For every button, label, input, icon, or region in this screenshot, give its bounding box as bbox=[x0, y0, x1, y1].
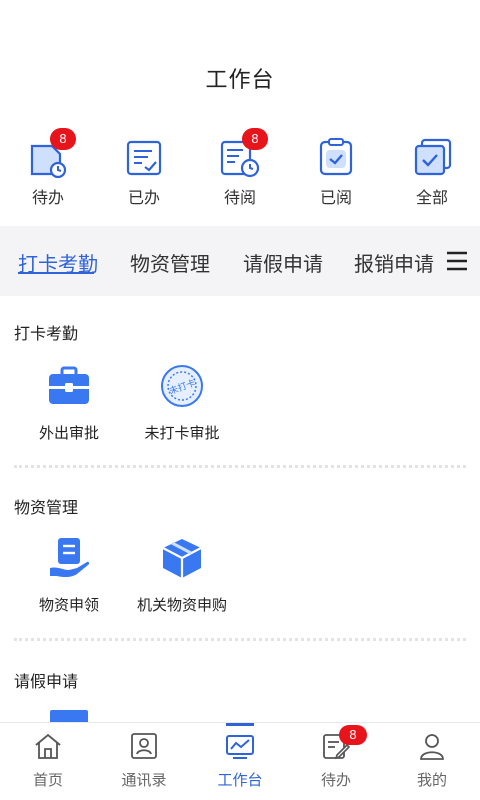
leave-app-icon-partial bbox=[50, 710, 88, 722]
app-label: 物资申领 bbox=[38, 597, 99, 614]
quick-action-to-read[interactable]: 8 待阅 bbox=[192, 126, 288, 222]
quick-actions: 8 待办 已办 8 待阅 已阅 全部 bbox=[0, 126, 480, 222]
nav-label: 首页 bbox=[32, 772, 63, 789]
quick-action-label: 全部 bbox=[415, 190, 448, 207]
todo-edit-icon: 8 bbox=[321, 725, 367, 761]
header: 工作台 bbox=[0, 0, 480, 120]
all-stack-check-icon bbox=[410, 134, 454, 178]
nav-label: 我的 bbox=[416, 772, 447, 789]
app-label: 机关物资申购 bbox=[136, 597, 227, 614]
app-material-requisition[interactable]: 物资申领 bbox=[14, 536, 124, 615]
hand-receive-doc-icon bbox=[47, 536, 91, 580]
nav-contacts[interactable]: 通讯录 bbox=[96, 723, 192, 800]
nav-label: 通讯录 bbox=[121, 772, 167, 789]
tab-reimbursement[interactable]: 报销申请 bbox=[354, 248, 434, 277]
app-office-material-purchase[interactable]: 机关物资申购 bbox=[127, 536, 237, 615]
done-doc-check-icon bbox=[122, 134, 166, 178]
section-divider bbox=[14, 638, 466, 641]
read-clipboard-check-icon bbox=[314, 134, 358, 178]
nav-workbench[interactable]: 工作台 bbox=[192, 723, 288, 800]
section-title-leave: 请假申请 bbox=[14, 674, 79, 691]
todo-doc-clock-icon: 8 bbox=[26, 128, 76, 179]
nav-active-indicator bbox=[226, 723, 254, 726]
category-tabbar: 打卡考勤 物资管理 请假申请 报销申请 bbox=[0, 226, 480, 296]
todo-count-badge: 8 bbox=[50, 128, 76, 150]
to-read-doc-clock-icon: 8 bbox=[218, 128, 268, 178]
nav-label: 工作台 bbox=[217, 772, 263, 789]
nav-label: 待办 bbox=[320, 772, 351, 789]
section-title-materials: 物资管理 bbox=[14, 500, 79, 517]
tab-leave[interactable]: 请假申请 bbox=[243, 248, 323, 277]
quick-action-label: 已阅 bbox=[319, 190, 352, 207]
app-label: 外出审批 bbox=[38, 425, 99, 442]
briefcase-icon bbox=[47, 364, 91, 408]
app-missed-punch-approval[interactable]: 未打卡 未打卡审批 bbox=[127, 364, 237, 443]
home-icon bbox=[33, 731, 63, 761]
todo-nav-badge: 8 bbox=[339, 725, 367, 745]
app-grid-content: 打卡考勤 外出审批 未打卡 未打卡审批 物资管理 物资申领 机关物资申购 请假申… bbox=[0, 296, 480, 722]
quick-action-read[interactable]: 已阅 bbox=[288, 126, 384, 222]
stamp-seal-icon: 未打卡 bbox=[160, 364, 204, 408]
app-outing-approval[interactable]: 外出审批 bbox=[14, 364, 124, 443]
contacts-icon bbox=[129, 731, 159, 761]
quick-action-all[interactable]: 全部 bbox=[384, 126, 480, 222]
tab-materials[interactable]: 物资管理 bbox=[130, 248, 210, 277]
workbench-chart-icon bbox=[225, 731, 255, 761]
nav-profile[interactable]: 我的 bbox=[384, 723, 480, 800]
app-label: 未打卡审批 bbox=[144, 425, 220, 442]
section-title-attendance: 打卡考勤 bbox=[14, 326, 79, 343]
package-box-icon bbox=[160, 536, 204, 580]
quick-action-label: 待办 bbox=[31, 190, 64, 207]
active-tab-underline bbox=[18, 272, 94, 274]
section-divider bbox=[14, 465, 466, 468]
page-title: 工作台 bbox=[205, 67, 275, 92]
quick-action-label: 待阅 bbox=[223, 190, 256, 207]
bottom-nav: 首页 通讯录 工作台 8 待办 我的 bbox=[0, 722, 480, 800]
to-read-count-badge: 8 bbox=[242, 128, 268, 150]
quick-action-todo[interactable]: 8 待办 bbox=[0, 126, 96, 222]
quick-action-done[interactable]: 已办 bbox=[96, 126, 192, 222]
profile-icon bbox=[417, 731, 447, 761]
quick-action-label: 已办 bbox=[127, 190, 160, 207]
menu-icon[interactable] bbox=[446, 250, 468, 272]
nav-todo[interactable]: 8 待办 bbox=[288, 723, 384, 800]
nav-home[interactable]: 首页 bbox=[0, 723, 96, 800]
